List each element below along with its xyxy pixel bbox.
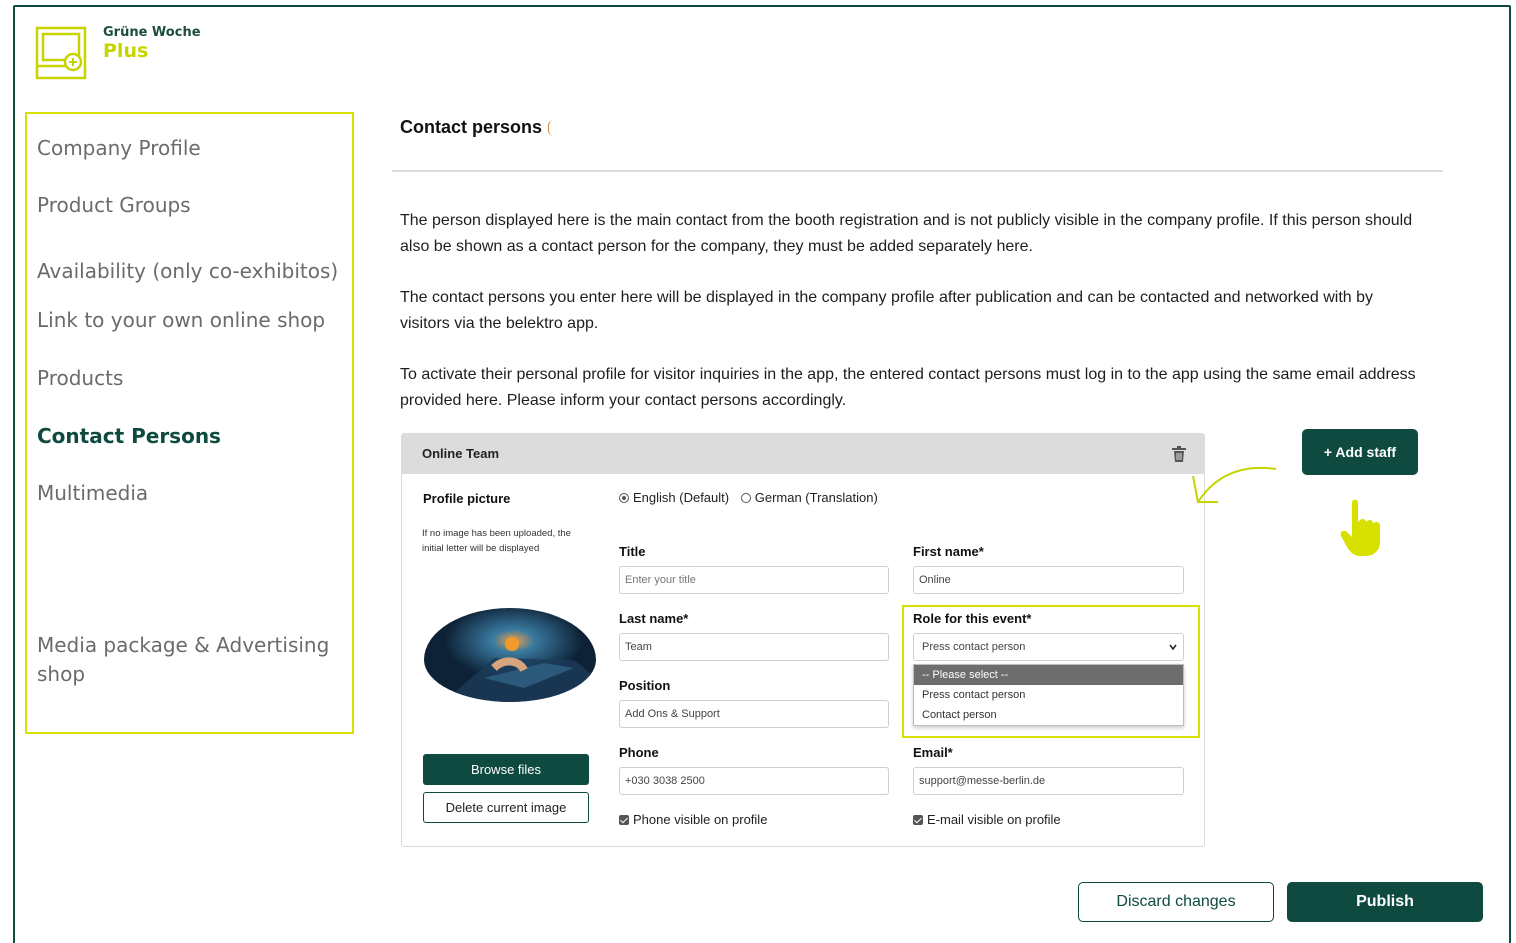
- sidebar: Company Profile Product Groups Availabil…: [25, 112, 354, 734]
- brand-name: Grüne Woche: [103, 25, 201, 40]
- sidebar-item-online-shop[interactable]: Link to your own online shop: [37, 306, 325, 335]
- pointing-hand-icon: [1340, 499, 1380, 556]
- divider: [392, 170, 1443, 172]
- title-label: Title: [619, 544, 646, 559]
- page-title: Contact persons: [400, 117, 554, 138]
- last-name-label: Last name*: [619, 611, 689, 626]
- language-english-label: English (Default): [633, 490, 730, 505]
- info-paragraph-2: The contact persons you enter here will …: [400, 289, 1374, 332]
- sidebar-item-company-profile[interactable]: Company Profile: [37, 134, 201, 163]
- language-german-label: German (Translation): [754, 490, 878, 505]
- info-paragraph-3: To activate their personal profile for v…: [400, 366, 1416, 409]
- email-input[interactable]: support@messe-berlin.de: [913, 767, 1184, 795]
- delete-image-button[interactable]: Delete current image: [423, 792, 589, 823]
- publish-button[interactable]: Publish: [1287, 882, 1483, 922]
- profile-photo: [424, 608, 596, 702]
- role-option-please-select[interactable]: -- Please select --: [914, 665, 1183, 685]
- brand-logo-icon: [35, 26, 87, 80]
- profile-picture-note: If no image has been uploaded, the initi…: [422, 528, 571, 554]
- phone-label: Phone: [619, 745, 659, 760]
- text-cursor: [548, 120, 554, 136]
- page-title-text: Contact persons: [400, 117, 543, 137]
- trash-icon[interactable]: [1172, 446, 1186, 462]
- phone-visible-checkbox[interactable]: Phone visible on profile: [619, 812, 767, 827]
- annotation-arrow-icon: [1192, 467, 1277, 503]
- profile-photo-image: [424, 608, 596, 702]
- first-name-label: First name*: [913, 544, 984, 559]
- discard-changes-button[interactable]: Discard changes: [1078, 882, 1274, 922]
- checkbox-checked-icon: [619, 815, 629, 825]
- sidebar-item-availability[interactable]: Availability (only co-exhibitos): [37, 257, 338, 286]
- brand-plus: Plus: [103, 40, 149, 62]
- role-dropdown-list: -- Please select -- Press contact person…: [913, 664, 1184, 726]
- language-option-english[interactable]: English (Default): [619, 490, 729, 505]
- contact-card-header: Online Team: [402, 434, 1204, 474]
- title-input[interactable]: Enter your title: [619, 566, 889, 594]
- browse-files-button[interactable]: Browse files: [423, 754, 589, 785]
- position-label: Position: [619, 678, 671, 693]
- position-input[interactable]: Add Ons & Support: [619, 700, 889, 728]
- profile-picture-label: Profile picture: [423, 491, 511, 506]
- sidebar-item-media-package[interactable]: Media package & Advertising shop: [37, 631, 337, 689]
- last-name-input[interactable]: Team: [619, 633, 889, 661]
- radio-selected-icon: [619, 493, 629, 503]
- sidebar-item-product-groups[interactable]: Product Groups: [37, 191, 191, 220]
- phone-visible-label: Phone visible on profile: [633, 812, 768, 827]
- radio-icon: [740, 493, 751, 503]
- info-paragraph-1: The person displayed here is the main co…: [400, 212, 1413, 255]
- role-option-press-contact[interactable]: Press contact person: [914, 685, 1183, 705]
- email-visible-checkbox[interactable]: E-mail visible on profile: [913, 812, 1061, 827]
- email-label: Email*: [913, 745, 953, 760]
- first-name-input[interactable]: Online: [913, 566, 1184, 594]
- sidebar-item-multimedia[interactable]: Multimedia: [37, 479, 148, 508]
- sidebar-item-contact-persons[interactable]: Contact Persons: [37, 422, 221, 451]
- contact-card-title: Online Team: [422, 446, 500, 461]
- role-option-contact-person[interactable]: Contact person: [914, 705, 1183, 725]
- email-visible-label: E-mail visible on profile: [927, 812, 1061, 827]
- phone-input[interactable]: +030 3038 2500: [619, 767, 889, 795]
- sidebar-item-products[interactable]: Products: [37, 364, 123, 393]
- language-option-german[interactable]: German (Translation): [740, 490, 878, 505]
- add-staff-button[interactable]: + Add staff: [1302, 429, 1418, 475]
- checkbox-checked-icon: [913, 815, 923, 825]
- language-selector: English (Default) German (Translation): [619, 490, 878, 505]
